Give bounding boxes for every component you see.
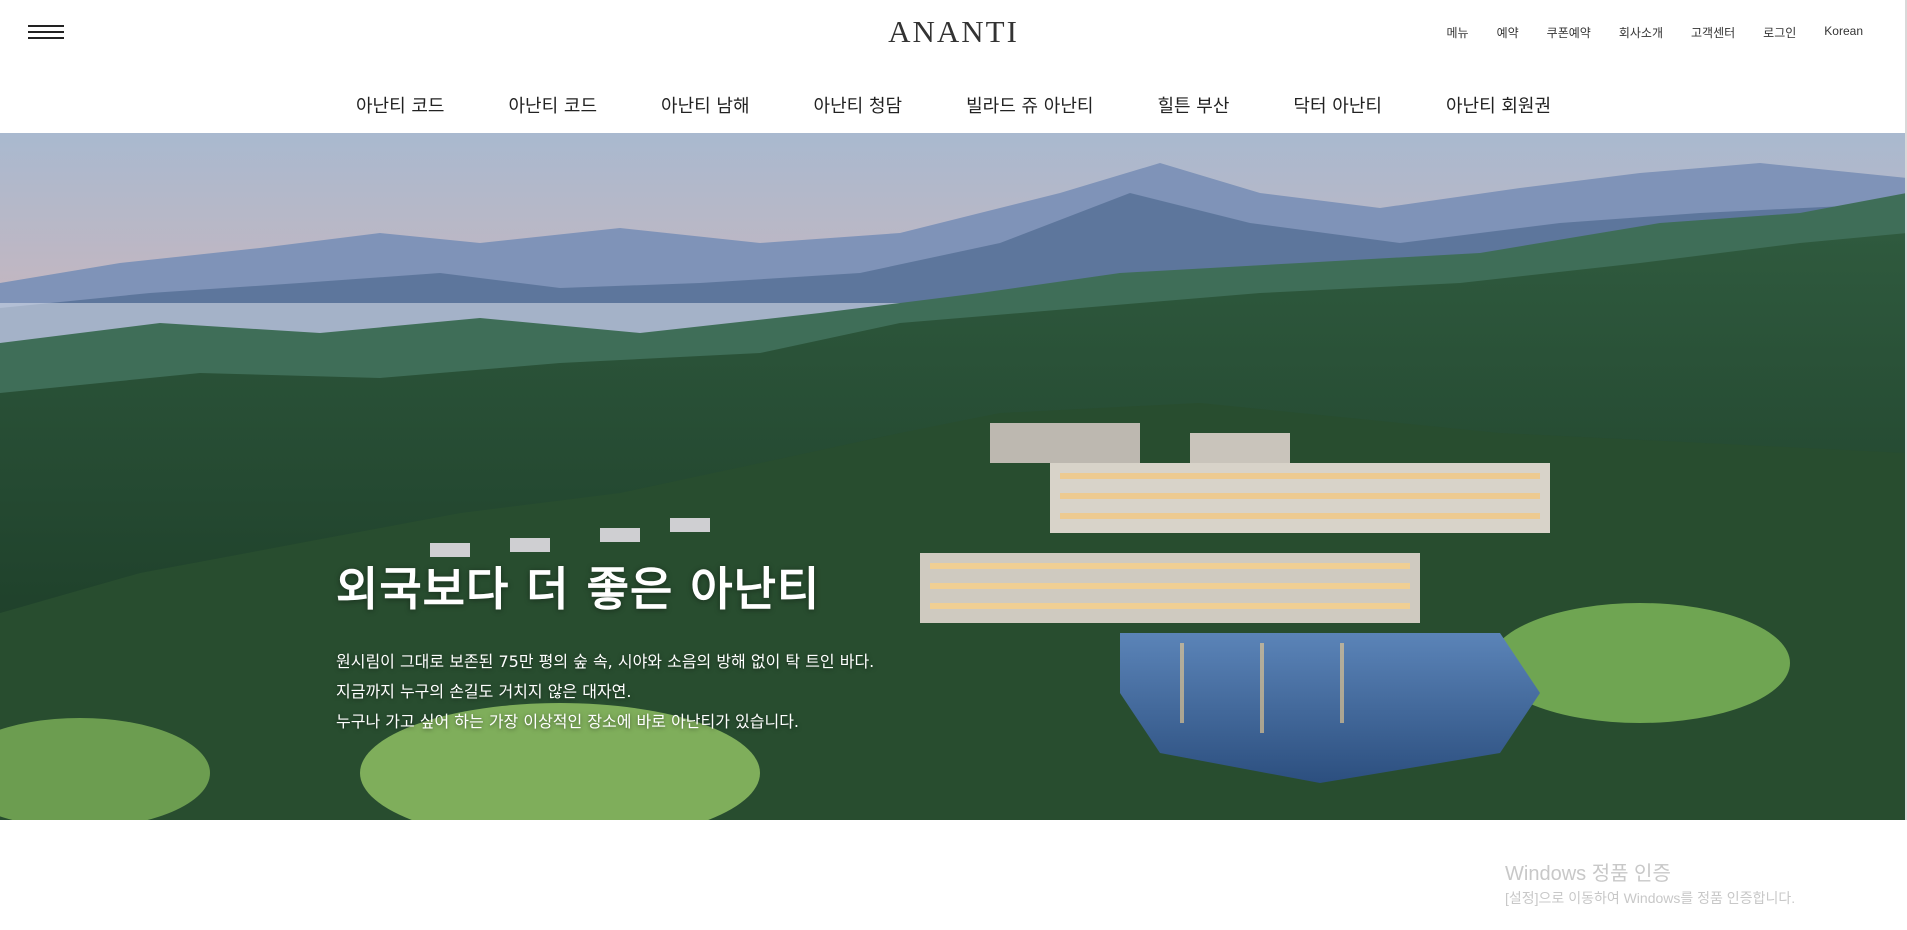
language-selector[interactable]: Korean: [1824, 24, 1863, 41]
utility-nav: 메뉴 예약 쿠폰예약 회사소개 고객센터 로그인 Korean: [1446, 24, 1863, 41]
nav-item-ananti-cheongdam[interactable]: 아난티 청담: [782, 92, 935, 118]
nav-item-doctor-ananti[interactable]: 닥터 아난티: [1261, 92, 1414, 118]
util-link-customer-center[interactable]: 고객센터: [1691, 24, 1735, 41]
hero-line-1: 원시림이 그대로 보존된 75만 평의 숲 속, 시야와 소음의 방해 없이 탁…: [336, 652, 875, 671]
watermark-title: Windows 정품 인증: [1505, 863, 1671, 885]
nav-item-ananti-cord-2[interactable]: 아난티 코드: [476, 92, 629, 118]
windows-activation-watermark: Windows 정품 인증 [설정]으로 이동하여 Windows를 정품 인증…: [1505, 857, 1795, 908]
util-link-coupon-reservation[interactable]: 쿠폰예약: [1547, 24, 1591, 41]
util-link-login[interactable]: 로그인: [1763, 24, 1796, 41]
nav-item-hilton-busan[interactable]: 힐튼 부산: [1125, 92, 1261, 118]
nav-item-ananti-cord-1[interactable]: 아난티 코드: [324, 92, 477, 118]
nav-item-villa-de-ananti[interactable]: 빌라드 쥬 아난티: [934, 92, 1125, 118]
hero-title: 외국보다 더 좋은 아난티: [336, 562, 821, 616]
hero-copy: 외국보다 더 좋은 아난티 원시림이 그대로 보존된 75만 평의 숲 속, 시…: [336, 553, 874, 737]
hero-banner: 외국보다 더 좋은 아난티 원시림이 그대로 보존된 75만 평의 숲 속, 시…: [0, 133, 1907, 820]
watermark-subtitle: [설정]으로 이동하여 Windows를 정품 인증합니다.: [1505, 890, 1796, 906]
hero-description: 원시림이 그대로 보존된 75만 평의 숲 속, 시야와 소음의 방해 없이 탁…: [336, 647, 874, 737]
site-header: ANANTI 메뉴 예약 쿠폰예약 회사소개 고객센터 로그인 Korean 아…: [0, 0, 1907, 133]
util-link-company[interactable]: 회사소개: [1619, 24, 1663, 41]
hero-landscape-image: [0, 133, 1907, 820]
util-link-menu[interactable]: 메뉴: [1446, 24, 1468, 41]
main-nav: 아난티 코드 아난티 코드 아난티 남해 아난티 청담 빌라드 쥬 아난티 힐튼…: [0, 92, 1907, 118]
hero-line-2: 지금까지 누구의 손길도 거치지 않은 대자연.: [336, 682, 632, 701]
hero-line-3: 누구나 가고 싶어 하는 가장 이상적인 장소에 바로 아난티가 있습니다.: [336, 712, 800, 731]
nav-item-ananti-membership[interactable]: 아난티 회원권: [1414, 92, 1583, 118]
nav-item-ananti-namhae[interactable]: 아난티 남해: [629, 92, 782, 118]
util-link-reservation[interactable]: 예약: [1497, 24, 1519, 41]
